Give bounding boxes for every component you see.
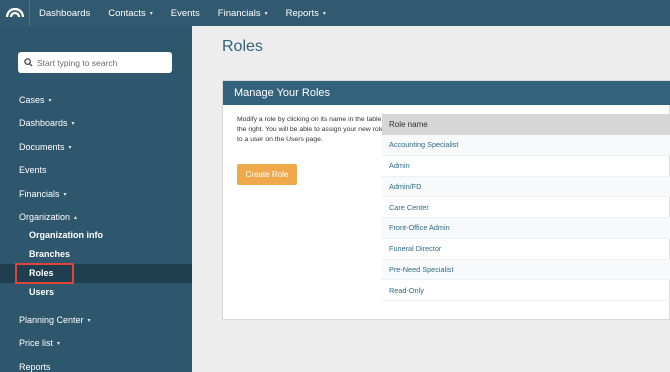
topnav-label: Reports	[285, 7, 319, 19]
sidebar-item-label: Price list	[19, 338, 54, 348]
table-row[interactable]: Front-Office Admin	[382, 218, 670, 239]
sidebar-item-label: Documents	[19, 142, 65, 152]
topnav-dashboards[interactable]: Dashboards	[30, 0, 99, 26]
chevron-down-icon: ▾	[264, 10, 268, 17]
sidebar-item-price-list[interactable]: Price list ▾	[19, 338, 60, 348]
sidebar-item-label: Planning Center	[19, 315, 84, 325]
search-icon	[24, 58, 33, 67]
panel-title: Manage Your Roles	[223, 81, 670, 105]
table-row[interactable]: Care Center	[382, 197, 670, 218]
chevron-down-icon: ▾	[63, 191, 67, 198]
chevron-down-icon: ▾	[68, 144, 72, 151]
roles-table: Role name Accounting Specialist Admin Ad…	[382, 114, 670, 301]
sidebar-item-organization[interactable]: Organization ▴	[19, 212, 77, 222]
table-row[interactable]: Admin/FD	[382, 176, 670, 198]
sidebar-item-documents[interactable]: Documents ▾	[19, 142, 72, 152]
table-row[interactable]: Read-Only	[382, 280, 670, 301]
table-row[interactable]: Pre-Need Specialist	[382, 259, 670, 281]
topnav-label: Contacts	[108, 7, 146, 19]
sidebar-item-label: Financials	[19, 189, 60, 199]
chevron-down-icon: ▾	[322, 10, 326, 17]
sidebar-item-cases[interactable]: Cases ▾	[19, 95, 52, 105]
topnav-label: Dashboards	[39, 7, 91, 19]
manage-roles-panel: Manage Your Roles Modify a role by click…	[222, 80, 670, 320]
chevron-down-icon: ▾	[48, 97, 52, 104]
sidebar-item-label: Organization	[19, 212, 71, 222]
chevron-down-icon: ▾	[57, 340, 61, 347]
sidebar-item-reports[interactable]: Reports	[19, 362, 51, 372]
highlight-box	[15, 263, 74, 284]
topnav-financials[interactable]: Financials ▾	[209, 0, 277, 26]
page-title: Roles	[222, 38, 263, 55]
topnav-events[interactable]: Events	[162, 0, 209, 26]
chevron-down-icon: ▾	[87, 317, 91, 324]
sidebar-item-label: Dashboards	[19, 118, 68, 128]
topnav-contacts[interactable]: Contacts ▾	[99, 0, 162, 26]
roles-description: Modify a role by clicking on its name in…	[237, 116, 389, 143]
search-input[interactable]	[37, 57, 167, 68]
roles-table-body: Accounting Specialist Admin Admin/FD Car…	[382, 135, 670, 301]
sidebar-item-dashboards[interactable]: Dashboards ▾	[19, 118, 75, 128]
topnav-label: Financials	[217, 7, 261, 19]
sidebar-item-events[interactable]: Events	[19, 165, 47, 175]
search-box[interactable]	[18, 52, 172, 73]
create-role-button[interactable]: Create Role	[237, 164, 297, 185]
sidebar-item-planning-center[interactable]: Planning Center ▾	[19, 315, 91, 325]
sidebar-subitem-organization-info[interactable]: Organization info	[29, 230, 103, 240]
sidebar-item-label: Events	[19, 165, 47, 175]
sidebar: Cases ▾ Dashboards ▾ Documents ▾ Events …	[0, 26, 192, 372]
column-header-role-name[interactable]: Role name	[382, 114, 670, 135]
sidebar-item-financials[interactable]: Financials ▾	[19, 189, 67, 199]
topnav-label: Events	[170, 7, 200, 19]
sidebar-subitem-users[interactable]: Users	[29, 287, 54, 297]
app-logo-icon[interactable]	[0, 0, 30, 26]
top-navigation-bar: Dashboards Contacts ▾ Events Financials …	[0, 0, 670, 26]
chevron-up-icon: ▴	[74, 214, 78, 221]
sidebar-item-label: Cases	[19, 95, 45, 105]
sidebar-item-label: Reports	[19, 362, 51, 372]
chevron-down-icon: ▾	[71, 120, 75, 127]
topnav-reports[interactable]: Reports ▾	[277, 0, 335, 26]
table-row[interactable]: Accounting Specialist	[382, 135, 670, 156]
table-row[interactable]: Admin	[382, 156, 670, 177]
sidebar-subitem-branches[interactable]: Branches	[29, 249, 70, 259]
table-row[interactable]: Funeral Director	[382, 239, 670, 260]
chevron-down-icon: ▾	[149, 10, 153, 17]
